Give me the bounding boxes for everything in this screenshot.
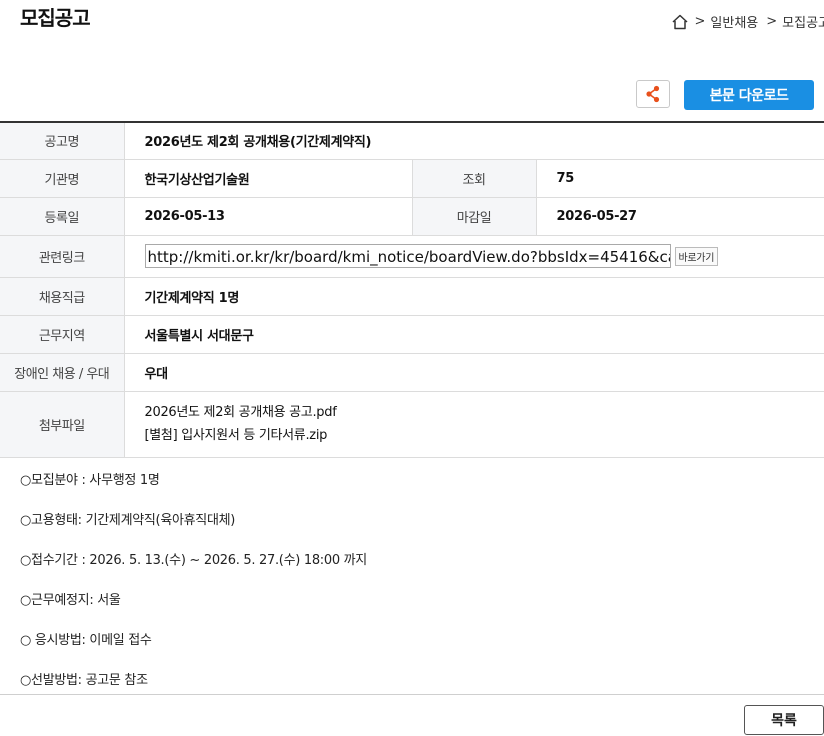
org-label: 기관명	[0, 159, 125, 198]
share-button[interactable]	[636, 80, 670, 108]
row-title: 공고명 2026년도 제2회 공개채용(기간제계약직)	[0, 122, 824, 160]
body-line: ○선발방법: 공고문 참조	[20, 673, 148, 688]
breadcrumb-separator: >	[766, 14, 778, 29]
body-line: ○접수기간 : 2026. 5. 13.(수) ~ 2026. 5. 27.(수…	[20, 553, 367, 568]
attachment-link[interactable]: 2026년도 제2회 공개채용 공고.pdf	[145, 401, 824, 424]
download-body-button[interactable]: 본문 다운로드	[684, 80, 814, 110]
row-position: 채용직급 기간제계약직 1명	[0, 277, 824, 316]
list-button[interactable]: 목록	[744, 705, 824, 735]
body-line: ○ 응시방법: 이메일 접수	[20, 633, 152, 648]
row-link: 관련링크 http://kmiti.or.kr/kr/board/kmi_not…	[0, 235, 824, 278]
row-files: 첨부파일 2026년도 제2회 공개채용 공고.pdf [별첨] 입사지원서 등…	[0, 391, 824, 458]
files-label: 첨부파일	[0, 391, 125, 458]
deadline-label: 마감일	[411, 197, 537, 236]
related-link-field[interactable]: http://kmiti.or.kr/kr/board/kmi_notice/b…	[144, 244, 671, 268]
disability-label: 장애인 채용 / 우대	[0, 353, 125, 392]
breadcrumb-separator: >	[694, 14, 706, 29]
body-line: ○모집분야 : 사무행정 1명	[20, 473, 160, 488]
title-value: 2026년도 제2회 공개채용(기간제계약직)	[124, 122, 824, 160]
notice-info-table: 공고명 2026년도 제2회 공개채용(기간제계약직) 기관명 한국기상산업기술…	[0, 121, 824, 458]
breadcrumb-item-general-recruit[interactable]: 일반채용	[710, 12, 758, 31]
files-cell: 2026년도 제2회 공개채용 공고.pdf [별첨] 입사지원서 등 기타서류…	[124, 391, 824, 458]
body-line: ○근무예정지: 서울	[20, 593, 121, 608]
row-org: 기관명 한국기상산업기술원 조회 75	[0, 159, 824, 198]
position-label: 채용직급	[0, 277, 125, 316]
breadcrumb-item-notice[interactable]: 모집공고	[782, 12, 824, 31]
position-value: 기간제계약직 1명	[124, 277, 824, 316]
share-icon	[646, 85, 660, 103]
breadcrumb: > 일반채용 > 모집공고	[671, 12, 824, 31]
attachment-link[interactable]: [별첨] 입사지원서 등 기타서류.zip	[145, 424, 824, 447]
location-label: 근무지역	[0, 315, 125, 354]
page-title: 모집공고	[20, 6, 91, 30]
goto-link-button[interactable]: 바로가기	[674, 246, 719, 266]
deadline-value: 2026-05-27	[536, 197, 824, 236]
org-value: 한국기상산업기술원	[124, 159, 412, 198]
row-disability: 장애인 채용 / 우대 우대	[0, 353, 824, 392]
divider	[0, 694, 824, 695]
title-label: 공고명	[0, 122, 125, 160]
link-cell: http://kmiti.or.kr/kr/board/kmi_notice/b…	[124, 235, 824, 278]
home-icon[interactable]	[671, 13, 689, 31]
reg-date-value: 2026-05-13	[124, 197, 412, 236]
row-dates: 등록일 2026-05-13 마감일 2026-05-27	[0, 197, 824, 236]
views-label: 조회	[411, 159, 537, 198]
location-value: 서울특별시 서대문구	[124, 315, 824, 354]
link-label: 관련링크	[0, 235, 125, 278]
row-location: 근무지역 서울특별시 서대문구	[0, 315, 824, 354]
disability-value: 우대	[124, 353, 824, 392]
body-line: ○고용형태: 기간제계약직(육아휴직대체)	[20, 513, 236, 528]
views-value: 75	[536, 159, 824, 198]
reg-date-label: 등록일	[0, 197, 125, 236]
